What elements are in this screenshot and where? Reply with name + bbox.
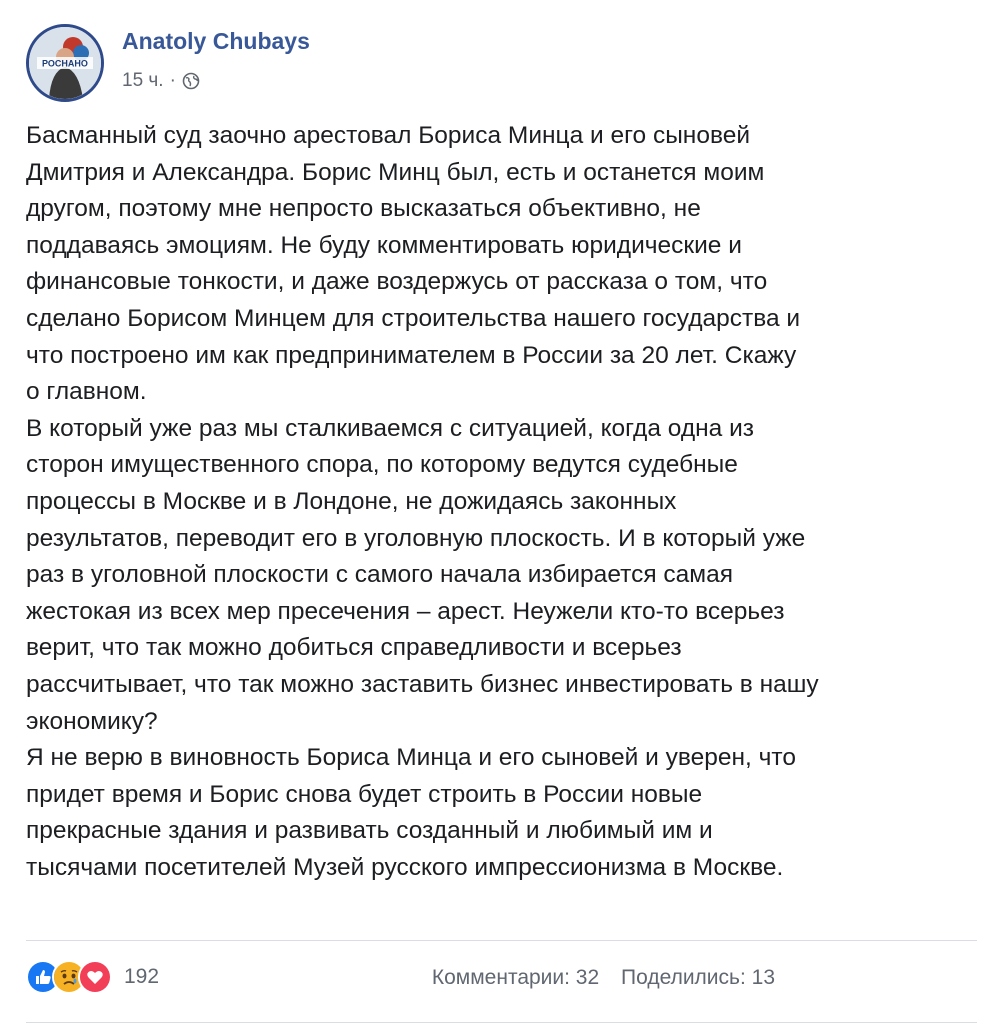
post-text-line: сторон имущественного спора, по которому…	[26, 451, 738, 479]
author-avatar[interactable]: РОСНАНО	[26, 24, 104, 102]
reactions-summary[interactable]: 192	[26, 960, 159, 994]
comments-count-link[interactable]: Комментарии: 32	[432, 966, 599, 989]
globe-icon[interactable]	[182, 72, 200, 90]
shares-count-link[interactable]: Поделились: 13	[621, 966, 775, 989]
post-text-line: раз в уголовной плоскости с самого начал…	[26, 561, 734, 589]
post-meta: 15 ч. ·	[122, 70, 200, 92]
post-text-line: результатов, переводит его в уголовную п…	[26, 524, 806, 552]
post-text-line: финансовые тонкости, и даже воздержусь о…	[26, 268, 768, 296]
post-text-line: В который уже раз мы сталкиваемся с ситу…	[26, 414, 755, 442]
post-text-line: сделано Борисом Минцем для строительства…	[26, 304, 801, 332]
post-text-line: процессы в Москве и в Лондоне, не дожида…	[26, 487, 677, 515]
post-text-line: что построено им как предпринимателем в …	[26, 341, 797, 369]
engagement-stats: Комментарии: 32 Поделились: 13	[432, 966, 775, 990]
divider	[26, 940, 977, 941]
post-text-line: Дмитрия и Александра. Борис Минц был, ес…	[26, 158, 765, 186]
post-text-line: верит, что так можно добиться справедлив…	[26, 634, 682, 662]
post-text-line: рассчитывает, что так можно заставить би…	[26, 670, 819, 698]
post-timestamp[interactable]: 15 ч.	[122, 70, 164, 92]
post-text-line: другом, поэтому мне непросто высказаться…	[26, 195, 701, 223]
post-text-line: экономику?	[26, 707, 158, 735]
author-name[interactable]: Anatoly Chubays	[122, 28, 310, 55]
facebook-post: РОСНАНО Anatoly Chubays 15 ч. · Басманны…	[0, 0, 991, 1033]
post-text-line: жестокая из всех мер пресечения – арест.…	[26, 597, 785, 625]
post-text-line: поддаваясь эмоциям. Не буду комментирова…	[26, 231, 742, 259]
post-text: Басманный суд заочно арестовал Бориса Ми…	[26, 118, 976, 886]
love-icon	[78, 960, 112, 994]
post-text-line: придет время и Борис снова будет строить…	[26, 780, 703, 808]
post-text-line: прекрасные здания и развивать созданный …	[26, 817, 713, 845]
avatar-image: РОСНАНО	[29, 27, 101, 99]
post-text-line: о главном.	[26, 378, 147, 406]
post-text-line: Басманный суд заочно арестовал Бориса Ми…	[26, 122, 751, 149]
post-text-line: Я не верю в виновность Бориса Минца и ег…	[26, 744, 796, 772]
avatar-logo-text: РОСНАНО	[42, 59, 88, 69]
divider	[26, 1022, 977, 1023]
post-text-line: тысячами посетителей Музей русского импр…	[26, 853, 784, 881]
reaction-count: 192	[124, 965, 160, 988]
meta-separator: ·	[169, 70, 176, 91]
